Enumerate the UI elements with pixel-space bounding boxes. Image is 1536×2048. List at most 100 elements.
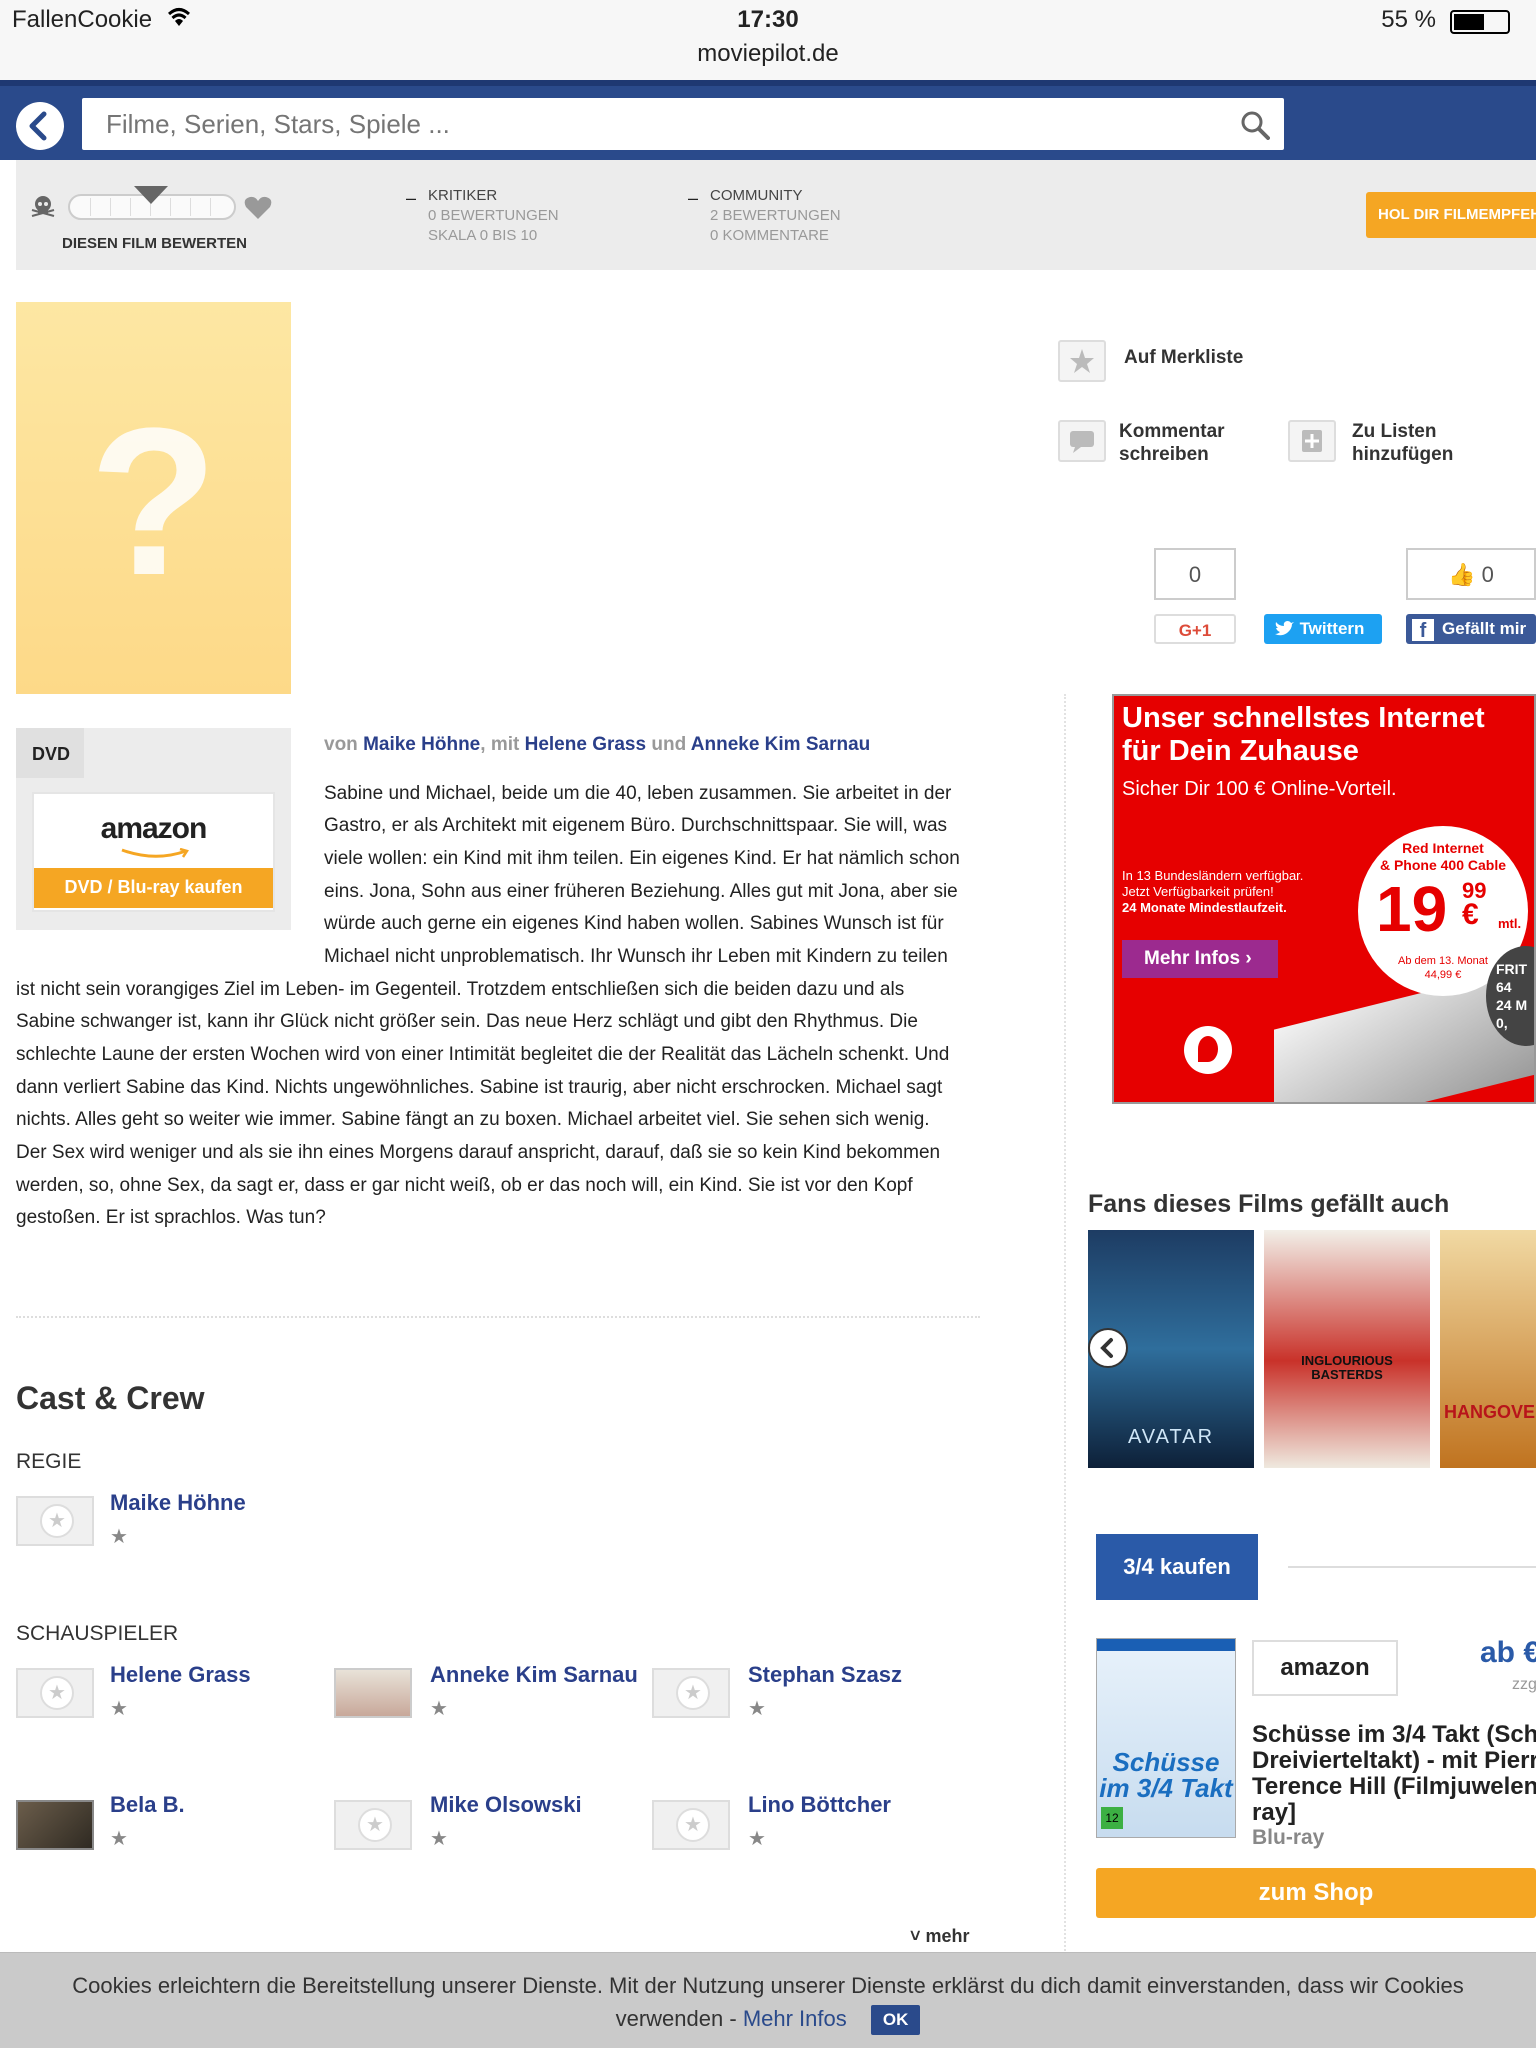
fan-star-icon[interactable]: ★ [430,1826,448,1851]
person-placeholder-avatar[interactable]: ★ [334,1800,412,1850]
actors-section-label: SCHAUSPIELER [16,1622,179,1645]
tab-underline [1288,1566,1536,1568]
fan-star-icon[interactable]: ★ [110,1826,128,1851]
poster-title: HANGOVER [1444,1402,1536,1422]
description-line: Gastro, er als Architekt mit eigenem Bür… [324,815,948,836]
buy-dvd-button[interactable]: DVD / Blu-ray kaufen [34,868,273,908]
fan-star-icon[interactable]: ★ [110,1524,128,1549]
get-recommendations-button[interactable]: HOL DIR FILMEMPFEHLUNGEN [1366,192,1536,238]
fan-star-icon[interactable]: ★ [110,1696,128,1721]
product-price: ab € [1480,1636,1536,1669]
actor-photo[interactable] [334,1668,412,1718]
actor-name[interactable]: Bela B. [110,1792,185,1818]
actor-link-2[interactable]: Anneke Kim Sarnau [691,734,871,755]
person-placeholder-avatar[interactable]: ★ [16,1496,94,1546]
film-credits: von Maike Höhne, mit Helene Grass und An… [324,734,870,756]
ad-currency: € [1462,898,1479,931]
director-name[interactable]: Maike Höhne [110,1490,246,1516]
cookie-ok-button[interactable]: OK [870,2005,921,2035]
fans-also-like-heading: Fans dieses Films gefällt auch [1088,1190,1450,1218]
search-icon[interactable] [1240,110,1270,145]
comment-link-line2[interactable]: schreiben [1119,443,1209,466]
community-ratings: 2 BEWERTUNGEN [710,207,841,224]
description-line: Sabine schwanger ist, kann ihr Glück nic… [16,1011,918,1032]
comment-link-line1[interactable]: Kommentar [1119,420,1225,443]
twitter-bird-icon [1274,621,1294,642]
related-movie-poster[interactable]: INGLOURIOUS BASTERDS [1264,1230,1430,1468]
ad-offer-line: Red Internet [1402,840,1484,856]
cover-title: Schüsse im 3/4 Takt [1099,1747,1233,1803]
cookie-more-info-link[interactable]: Mehr Infos [743,2006,847,2031]
section-divider [16,1316,980,1318]
product-cover[interactable]: Schüsse im 3/4 Takt 12 [1096,1638,1236,1838]
actor-photo[interactable] [16,1800,94,1850]
vodafone-ad[interactable]: Unser schnellstes Internet für Dein Zuha… [1112,694,1536,1104]
facebook-like-count: 👍 0 [1406,548,1536,600]
search-box[interactable] [82,98,1284,150]
back-button[interactable] [16,102,64,150]
person-placeholder-avatar[interactable]: ★ [652,1800,730,1850]
ad-small-print: In 13 Bundesländern verfügbar. Jetzt Ver… [1122,868,1303,916]
person-placeholder-avatar[interactable]: ★ [16,1668,94,1718]
fan-star-icon[interactable]: ★ [430,1696,448,1721]
carousel-prev-button[interactable] [1088,1328,1128,1368]
status-bar: FallenCookie 17:30 moviepilot.de 55 % [0,0,1536,80]
ad-more-info-button[interactable]: Mehr Infos › [1122,940,1278,978]
star-icon: ★ [40,1676,74,1710]
amazon-shop-logo[interactable]: amazon [1252,1640,1398,1696]
star-icon: ★ [40,1504,74,1538]
product-title-line[interactable]: Dreivierteltakt) - mit Pierre [1252,1748,1536,1774]
critics-count: 0 BEWERTUNGEN [428,207,559,224]
description-line: Sabine und Michael, beide um die 40, leb… [324,783,952,804]
go-to-shop-button[interactable]: zum Shop [1096,1868,1536,1918]
battery-percent: 55 % [1381,6,1436,33]
search-input[interactable] [106,98,1206,150]
ad-small-line: 24 Monate Mindestlaufzeit. [1122,900,1287,915]
product-title-line[interactable]: Terence Hill (Filmjuwelen) [ [1252,1774,1536,1800]
more-label: mehr [925,1926,970,1946]
director-link[interactable]: Maike Höhne [363,734,480,755]
actor-name[interactable]: Stephan Szasz [748,1662,902,1688]
actor-name[interactable]: Lino Böttcher [748,1792,891,1818]
watchlist-star-icon[interactable] [1058,340,1106,382]
product-title-line[interactable]: Schüsse im 3/4 Takt (Schüs [1252,1722,1536,1748]
amazon-smile-icon [121,848,189,858]
watchlist-link[interactable]: Auf Merkliste [1124,346,1243,369]
cookie-text-prefix: verwenden - [615,2005,737,2031]
slider-handle-icon[interactable] [134,186,168,211]
actor-name[interactable]: Anneke Kim Sarnau [430,1662,638,1688]
actor-name[interactable]: Helene Grass [110,1662,251,1688]
comment-icon[interactable] [1058,420,1106,462]
description-line: dann verliert Sabine das Kind. Nichts un… [16,1077,943,1098]
ad-headline: Unser schnellstes Internet für Dein Zuha… [1122,702,1485,768]
tab-buy[interactable]: 3/4 kaufen [1096,1534,1258,1600]
fan-star-icon[interactable]: ★ [748,1826,766,1851]
actor-name[interactable]: Mike Olsowski [430,1792,582,1818]
add-to-list-icon[interactable] [1288,420,1336,462]
critics-score: – [406,188,417,208]
facebook-like-label: Gefällt mir [1442,619,1527,638]
actor-link-1[interactable]: Helene Grass [525,734,646,755]
column-divider [1064,694,1066,1954]
product-title-line[interactable]: ray] [1252,1800,1296,1826]
rate-film-label[interactable]: DIESEN FILM BEWERTEN [62,234,247,254]
ad-badge-line: FRIT [1496,961,1528,977]
person-placeholder-avatar[interactable]: ★ [652,1668,730,1718]
page-url[interactable]: moviepilot.de [0,40,1536,68]
twitter-label: Twittern [1299,619,1365,638]
add-to-list-line1[interactable]: Zu Listen [1352,420,1436,443]
facebook-like-button[interactable]: f Gefällt mir [1406,614,1536,644]
skull-icon [30,194,56,225]
movie-poster-placeholder: ? [16,302,291,694]
amazon-offer[interactable]: amazon DVD / Blu-ray kaufen [32,792,275,912]
heart-icon [244,196,272,225]
amazon-logo: amazon [100,812,208,845]
related-movie-poster[interactable]: HANGOVER [1440,1230,1536,1468]
twitter-button[interactable]: Twittern [1264,614,1382,644]
fan-star-icon[interactable]: ★ [748,1696,766,1721]
add-to-list-line2[interactable]: hinzufügen [1352,443,1453,466]
tab-dvd[interactable]: DVD [16,728,84,778]
gplus-button[interactable]: G+1 [1154,614,1236,644]
chevron-left-icon [29,111,47,141]
more-cast-link[interactable]: ˅ mehr [910,1926,970,1947]
